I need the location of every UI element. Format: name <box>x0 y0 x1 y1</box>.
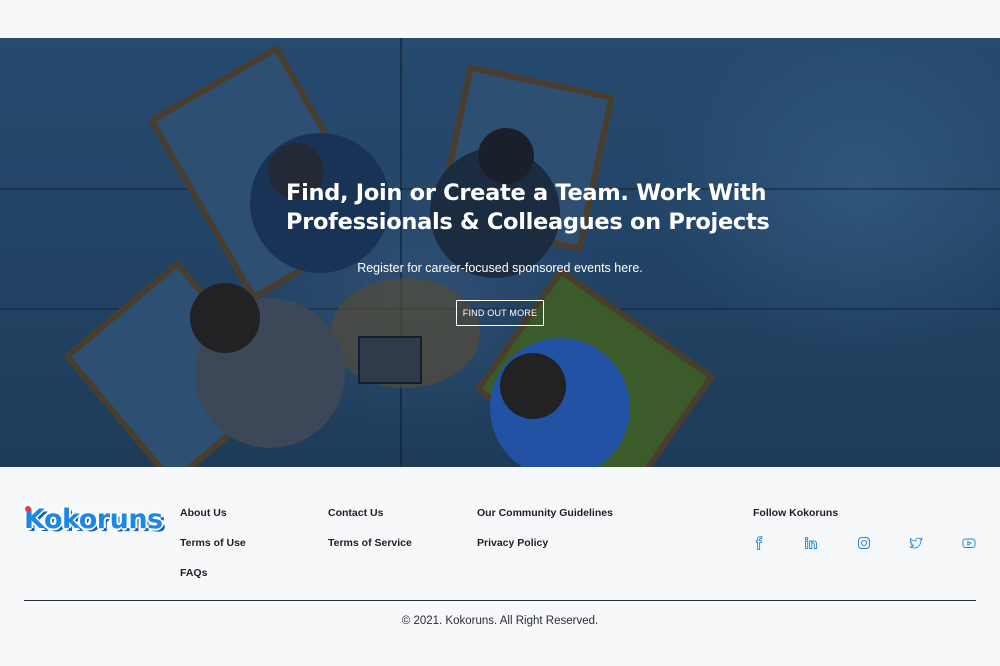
follow-title: Follow Kokoruns <box>753 507 839 519</box>
instagram-icon[interactable] <box>857 536 871 550</box>
kokoruns-logo[interactable]: Kokoruns <box>24 504 163 540</box>
youtube-icon[interactable] <box>962 536 976 550</box>
footer-link-contact[interactable]: Contact Us <box>328 507 383 519</box>
site-footer: Kokoruns About Us Terms of Use FAQs Cont… <box>0 467 1000 666</box>
facebook-icon[interactable] <box>752 536 766 550</box>
footer-link-terms-of-service[interactable]: Terms of Service <box>328 537 412 549</box>
top-bar <box>0 0 1000 38</box>
footer-link-terms-of-use[interactable]: Terms of Use <box>180 537 246 549</box>
hero-title: Find, Join or Create a Team. Work With P… <box>286 180 770 235</box>
logo-text: Kokoruns <box>24 504 163 535</box>
logo-dot <box>25 506 31 512</box>
footer-link-about[interactable]: About Us <box>180 507 227 519</box>
twitter-icon[interactable] <box>909 536 923 550</box>
footer-link-community-guidelines[interactable]: Our Community Guidelines <box>477 507 613 519</box>
footer-divider <box>24 600 976 601</box>
find-out-more-button[interactable]: FIND OUT MORE <box>456 300 544 326</box>
footer-link-faqs[interactable]: FAQs <box>180 567 207 579</box>
copyright-text: © 2021. Kokoruns. All Right Reserved. <box>401 615 599 627</box>
hero-content: Find, Join or Create a Team. Work With P… <box>0 38 1000 467</box>
linkedin-icon[interactable] <box>804 536 818 550</box>
footer-link-privacy-policy[interactable]: Privacy Policy <box>477 537 548 549</box>
hero-subtitle: Register for career-focused sponsored ev… <box>357 261 643 275</box>
